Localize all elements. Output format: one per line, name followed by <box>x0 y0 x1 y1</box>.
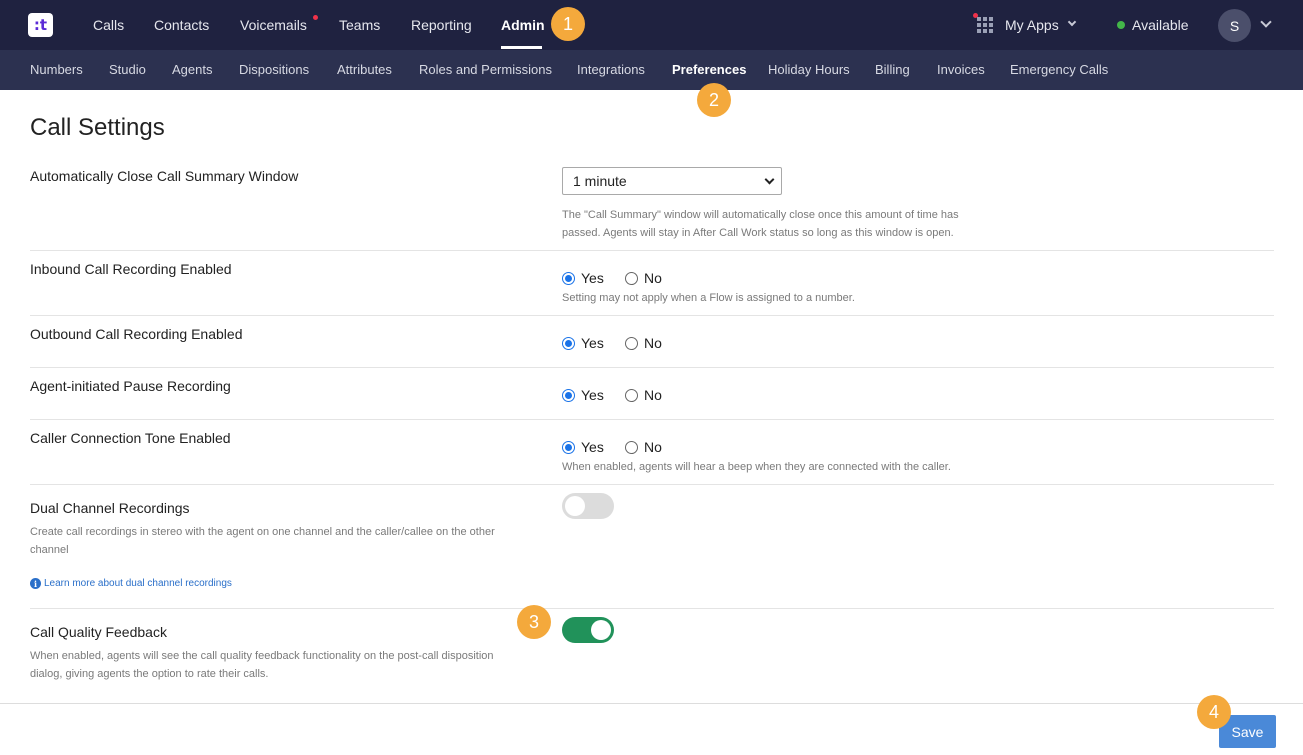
logo-text: :t <box>33 16 48 34</box>
admin-sub-navigation: Numbers Studio Agents Dispositions Attri… <box>0 50 1303 90</box>
dual-channel-toggle[interactable] <box>562 493 614 519</box>
page-title: Call Settings <box>30 114 165 141</box>
auto-close-help-line-2: passed. Agents will stay in After Call W… <box>562 227 954 239</box>
divider <box>30 367 1274 368</box>
pause-no-label[interactable]: No <box>644 387 662 403</box>
pause-yes-radio[interactable] <box>562 389 575 402</box>
pause-no-radio[interactable] <box>625 389 638 402</box>
call-quality-toggle[interactable] <box>562 617 614 643</box>
subnav-agents[interactable]: Agents <box>172 50 212 90</box>
chevron-down-icon <box>764 174 775 185</box>
nav-calls[interactable]: Calls <box>93 0 124 50</box>
outbound-no-radio[interactable] <box>625 337 638 350</box>
nav-contacts[interactable]: Contacts <box>154 0 209 50</box>
outbound-yes-radio[interactable] <box>562 337 575 350</box>
my-apps-chevron-icon[interactable] <box>1067 17 1077 27</box>
voicemail-notification-dot <box>313 15 318 20</box>
tone-no-label[interactable]: No <box>644 439 662 455</box>
my-apps-menu[interactable]: My Apps <box>1005 0 1059 50</box>
subnav-emergency-calls[interactable]: Emergency Calls <box>1010 50 1108 90</box>
learn-more-text[interactable]: Learn more about dual channel recordings <box>44 578 232 589</box>
subnav-holiday-hours[interactable]: Holiday Hours <box>768 50 850 90</box>
divider <box>30 250 1274 251</box>
connection-tone-label: Caller Connection Tone Enabled <box>30 430 231 446</box>
divider <box>30 608 1274 609</box>
subnav-billing[interactable]: Billing <box>875 50 910 90</box>
inbound-yes-label[interactable]: Yes <box>581 270 604 286</box>
inbound-no-label[interactable]: No <box>644 270 662 286</box>
tone-yes-radio[interactable] <box>562 441 575 454</box>
call-quality-help-line-1: When enabled, agents will see the call q… <box>30 650 494 662</box>
availability-status[interactable]: Available <box>1132 0 1189 50</box>
dual-channel-learn-more-link[interactable]: i Learn more about dual channel recordin… <box>30 578 232 589</box>
outbound-yes-label[interactable]: Yes <box>581 335 604 351</box>
inbound-recording-label: Inbound Call Recording Enabled <box>30 261 232 277</box>
outbound-no-label[interactable]: No <box>644 335 662 351</box>
call-quality-help-line-2: dialog, giving agents the option to rate… <box>30 668 269 680</box>
nav-admin[interactable]: Admin <box>501 0 545 50</box>
footer-bar <box>0 703 1303 755</box>
dual-channel-help-line-2: channel <box>30 544 69 556</box>
pause-recording-label: Agent-initiated Pause Recording <box>30 378 231 394</box>
subnav-attributes[interactable]: Attributes <box>337 50 392 90</box>
auto-close-label: Automatically Close Call Summary Window <box>30 168 299 184</box>
dual-channel-label: Dual Channel Recordings <box>30 500 190 516</box>
avatar-initial: S <box>1229 17 1240 34</box>
nav-reporting[interactable]: Reporting <box>411 0 472 50</box>
toggle-knob <box>591 620 611 640</box>
top-navigation-bar: :t Calls Contacts Voicemails Teams Repor… <box>0 0 1303 50</box>
toggle-knob <box>565 496 585 516</box>
nav-teams[interactable]: Teams <box>339 0 380 50</box>
status-indicator-icon <box>1117 21 1125 29</box>
step-badge-2: 2 <box>697 83 731 117</box>
auto-close-value: 1 minute <box>573 173 627 189</box>
apps-grid-icon[interactable] <box>977 17 993 33</box>
step-badge-4: 4 <box>1197 695 1231 729</box>
nav-voicemails[interactable]: Voicemails <box>240 0 307 50</box>
divider <box>30 484 1274 485</box>
outbound-recording-label: Outbound Call Recording Enabled <box>30 326 243 342</box>
subnav-integrations[interactable]: Integrations <box>577 50 645 90</box>
info-icon: i <box>30 578 41 589</box>
active-tab-indicator <box>501 46 542 49</box>
subnav-invoices[interactable]: Invoices <box>937 50 985 90</box>
inbound-yes-radio[interactable] <box>562 272 575 285</box>
call-quality-label: Call Quality Feedback <box>30 624 167 640</box>
inbound-no-radio[interactable] <box>625 272 638 285</box>
divider <box>30 315 1274 316</box>
inbound-help: Setting may not apply when a Flow is ass… <box>562 292 855 304</box>
divider <box>30 419 1274 420</box>
tone-no-radio[interactable] <box>625 441 638 454</box>
subnav-dispositions[interactable]: Dispositions <box>239 50 309 90</box>
user-avatar[interactable]: S <box>1218 9 1251 42</box>
tone-help: When enabled, agents will hear a beep wh… <box>562 461 951 473</box>
app-logo[interactable]: :t <box>28 13 53 37</box>
auto-close-select[interactable]: 1 minute <box>562 167 782 195</box>
dual-channel-help-line-1: Create call recordings in stereo with th… <box>30 526 495 538</box>
auto-close-help-line-1: The "Call Summary" window will automatic… <box>562 209 959 221</box>
tone-yes-label[interactable]: Yes <box>581 439 604 455</box>
step-badge-1: 1 <box>551 7 585 41</box>
subnav-numbers[interactable]: Numbers <box>30 50 83 90</box>
subnav-studio[interactable]: Studio <box>109 50 146 90</box>
subnav-roles-and-permissions[interactable]: Roles and Permissions <box>419 50 552 90</box>
user-menu-chevron-icon[interactable] <box>1260 16 1272 28</box>
step-badge-3: 3 <box>517 605 551 639</box>
pause-yes-label[interactable]: Yes <box>581 387 604 403</box>
